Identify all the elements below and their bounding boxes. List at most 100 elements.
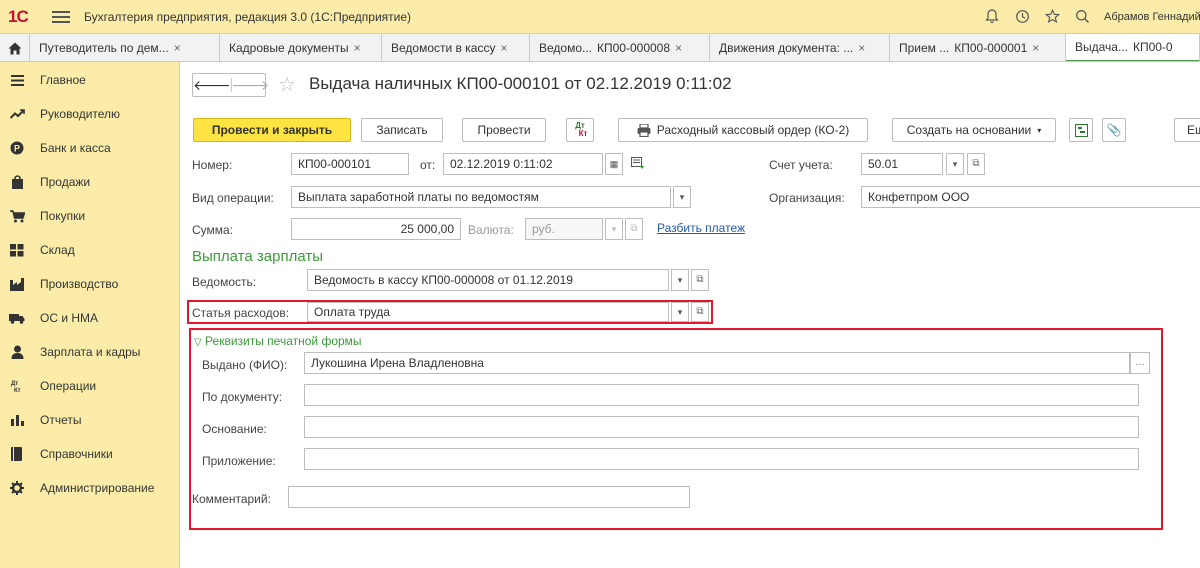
- tab-label: Ведомо...: [539, 41, 593, 55]
- structure-button[interactable]: [1069, 118, 1093, 142]
- sidebar-item-label: Справочники: [40, 447, 113, 461]
- gear-icon: [9, 480, 25, 496]
- sidebar-item-reports[interactable]: Отчеты: [0, 403, 180, 437]
- tab-receipt-kp00-000001[interactable]: Прием ... КП00-000001 ×: [890, 34, 1066, 61]
- tab-close-icon[interactable]: ×: [858, 41, 865, 55]
- attachment-label: Приложение:: [202, 454, 276, 468]
- favorites-star-icon[interactable]: [1044, 8, 1060, 25]
- printer-icon: [637, 123, 651, 137]
- search-icon[interactable]: [1074, 9, 1090, 25]
- comment-input[interactable]: [288, 486, 690, 508]
- organization-input[interactable]: Конфетпром ООО: [861, 186, 1200, 208]
- tab-close-icon[interactable]: ×: [174, 41, 181, 55]
- account-label: Счет учета:: [769, 158, 833, 172]
- attachments-button[interactable]: 📎: [1102, 118, 1126, 142]
- tab-statement-kp00-000008[interactable]: Ведомо... КП00-000008 ×: [530, 34, 710, 61]
- operation-label: Вид операции:: [192, 191, 274, 205]
- tab-guide[interactable]: Путеводитель по дем... ×: [30, 34, 220, 61]
- expense-item-input[interactable]: Оплата труда: [307, 302, 669, 322]
- tab-label: Ведомости в кассу: [391, 41, 496, 55]
- split-payment-link[interactable]: Разбить платеж: [657, 221, 745, 235]
- post-and-close-button[interactable]: Провести и закрыть: [193, 118, 351, 142]
- date-input[interactable]: 02.12.2019 0:11:02: [443, 153, 603, 175]
- statement-dropdown-icon[interactable]: ▾: [671, 269, 689, 291]
- title-bar: 1С Бухгалтерия предприятия, редакция 3.0…: [0, 0, 1200, 34]
- sidebar-item-administration[interactable]: Администрирование: [0, 471, 180, 505]
- sum-label: Сумма:: [192, 223, 234, 237]
- home-tab[interactable]: [0, 34, 30, 61]
- attachment-input[interactable]: [304, 448, 1139, 470]
- tab-document-movements[interactable]: Движения документа: ... ×: [710, 34, 890, 61]
- tab-label: Кадровые документы: [229, 41, 349, 55]
- calendar-icon[interactable]: ▦: [605, 153, 623, 175]
- tab-cash-issue-active[interactable]: Выдача... КП00-0: [1066, 34, 1200, 61]
- tab-close-icon[interactable]: ×: [675, 41, 682, 55]
- favorite-star-icon[interactable]: ☆: [278, 73, 296, 97]
- operation-dropdown-icon[interactable]: ▾: [673, 186, 691, 208]
- sidebar-item-bank-cash[interactable]: Р Банк и касса: [0, 131, 180, 165]
- app-logo[interactable]: 1С: [8, 7, 44, 27]
- forward-arrow-icon[interactable]: 🡒: [232, 77, 270, 94]
- sidebar-item-warehouse[interactable]: Склад: [0, 233, 180, 267]
- by-document-input[interactable]: [304, 384, 1139, 406]
- account-open-icon[interactable]: ⧉: [967, 153, 985, 175]
- sidebar-item-salary-hr[interactable]: Зарплата и кадры: [0, 335, 180, 369]
- account-dropdown-icon[interactable]: ▾: [946, 153, 964, 175]
- save-button[interactable]: Записать: [361, 118, 443, 142]
- create-based-on-button[interactable]: Создать на основании ▾: [892, 118, 1056, 142]
- dt-kt-button[interactable]: Дт Кт: [566, 118, 594, 142]
- number-input[interactable]: КП00-000101: [291, 153, 409, 175]
- statement-open-icon[interactable]: ⧉: [691, 269, 709, 291]
- user-name[interactable]: Абрамов Геннадий: [1104, 11, 1200, 23]
- tab-close-icon[interactable]: ×: [500, 41, 507, 55]
- tab-label-number: КП00-000008: [597, 41, 671, 55]
- sum-input[interactable]: 25 000,00: [291, 218, 461, 240]
- comment-label: Комментарий:: [192, 492, 271, 506]
- issued-to-input[interactable]: Лукошина Ирена Владленовна: [304, 352, 1130, 374]
- sidebar-item-operations[interactable]: Дт Кт Операции: [0, 369, 180, 403]
- home-icon: [8, 42, 21, 54]
- sidebar-item-purchases[interactable]: Покупки: [0, 199, 180, 233]
- bell-icon[interactable]: [984, 9, 1000, 25]
- sidebar-item-manager[interactable]: Руководителю: [0, 97, 180, 131]
- currency-open-icon[interactable]: ⧉: [625, 218, 643, 240]
- sidebar-item-production[interactable]: Производство: [0, 267, 180, 301]
- expense-open-icon[interactable]: ⧉: [691, 302, 709, 322]
- expense-dropdown-icon[interactable]: ▾: [671, 302, 689, 322]
- tab-close-icon[interactable]: ×: [1032, 41, 1039, 55]
- sidebar-item-main[interactable]: Главное: [0, 63, 180, 97]
- currency-label: Валюта:: [468, 223, 514, 237]
- operation-select[interactable]: Выплата заработной платы по ведомостям: [291, 186, 671, 208]
- tab-close-icon[interactable]: ×: [354, 41, 361, 55]
- sidebar-item-label: Отчеты: [40, 413, 82, 427]
- more-button[interactable]: Ещ: [1174, 118, 1200, 142]
- back-arrow-icon[interactable]: 🡐: [193, 77, 231, 94]
- sidebar-item-sales[interactable]: Продажи: [0, 165, 180, 199]
- sidebar-item-label: Главное: [40, 73, 86, 87]
- tab-cash-statements[interactable]: Ведомости в кассу ×: [382, 34, 530, 61]
- basis-input[interactable]: [304, 416, 1139, 438]
- main-menu-icon[interactable]: [52, 8, 70, 26]
- sidebar-item-label: Операции: [40, 379, 97, 393]
- tab-hr-documents[interactable]: Кадровые документы ×: [220, 34, 382, 61]
- print-cash-order-button[interactable]: Расходный кассовый ордер (КО-2): [618, 118, 868, 142]
- currency-input[interactable]: руб.: [525, 218, 603, 240]
- history-icon[interactable]: [1014, 9, 1030, 25]
- print-details-group[interactable]: ▽ Реквизиты печатной формы: [194, 334, 362, 348]
- sidebar-item-directories[interactable]: Справочники: [0, 437, 180, 471]
- sidebar-item-label: Покупки: [40, 209, 86, 223]
- issued-to-select-button[interactable]: …: [1130, 352, 1150, 374]
- ledger-arrow-icon[interactable]: [631, 157, 645, 173]
- post-button[interactable]: Провести: [462, 118, 546, 142]
- menu-lines-icon: [9, 72, 25, 88]
- sidebar-item-label: Банк и касса: [40, 141, 111, 155]
- create-based-on-label: Создать на основании: [906, 123, 1032, 137]
- cart-icon: [9, 208, 25, 224]
- coin-icon: Р: [9, 140, 25, 156]
- book-icon: [9, 446, 25, 462]
- currency-dropdown-icon[interactable]: ▾: [605, 218, 623, 240]
- sidebar-item-fixed-assets[interactable]: ОС и НМА: [0, 301, 180, 335]
- account-input[interactable]: 50.01: [861, 153, 943, 175]
- salary-section-title: Выплата зарплаты: [192, 248, 323, 265]
- statement-input[interactable]: Ведомость в кассу КП00-000008 от 01.12.2…: [307, 269, 669, 291]
